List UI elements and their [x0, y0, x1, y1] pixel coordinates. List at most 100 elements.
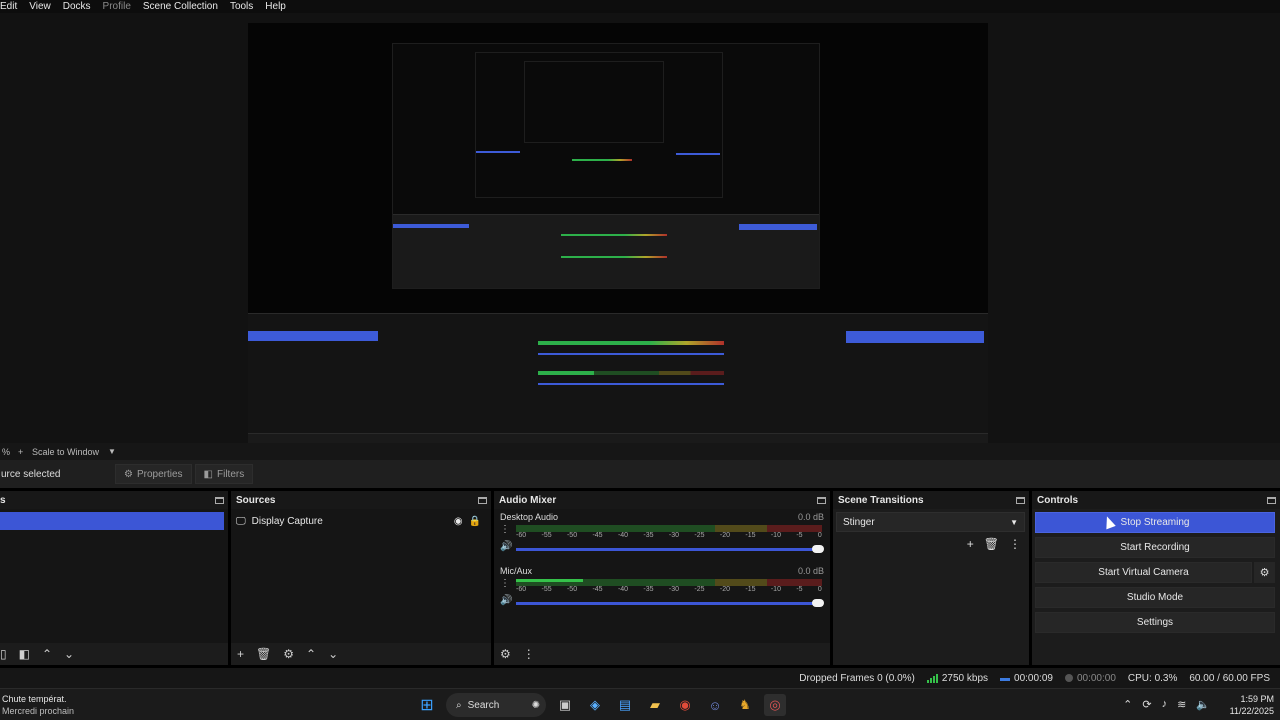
- meter-tick-label: 0: [817, 586, 822, 593]
- signal-bars-icon: [926, 673, 938, 683]
- transitions-body: Stinger ▼ + 🗑 ⋮: [833, 509, 1029, 665]
- properties-button[interactable]: ⚙ Properties: [115, 464, 192, 484]
- add-source-icon[interactable]: +: [237, 647, 244, 661]
- mixer-channel-desktop: Desktop Audio 0.0 dB ⋮ -60 -55 -50 -45 -40 -3…: [500, 512, 826, 562]
- scene-layout-icon[interactable]: ◧: [19, 647, 30, 661]
- meter-tick-label: -20: [719, 586, 730, 593]
- stop-streaming-button[interactable]: Stop Streaming: [1035, 512, 1275, 533]
- obs-icon[interactable]: ◎: [764, 694, 786, 716]
- meter-tick-label: -60: [516, 532, 527, 539]
- game-app-icon[interactable]: ♞: [734, 694, 756, 716]
- taskbar-clock[interactable]: 1:59 PM 11/22/2025: [1230, 693, 1274, 717]
- copilot-icon[interactable]: ◈: [584, 694, 606, 716]
- kebab-icon[interactable]: ⋮: [523, 647, 535, 661]
- search-highlight-icon: ✺: [531, 699, 540, 711]
- discord-icon[interactable]: ☺: [704, 694, 726, 716]
- sources-list[interactable]: 🖵 Display Capture ◉ 🔒: [231, 509, 491, 643]
- move-up-icon[interactable]: ⌃: [306, 647, 316, 661]
- channel-db: 0.0 dB: [797, 566, 824, 576]
- nested-meter: [572, 159, 632, 161]
- fps: 60.00 / 60.00 FPS: [1189, 672, 1270, 684]
- menu-scene-collection[interactable]: Scene Collection: [137, 1, 224, 12]
- kebab-icon[interactable]: ⋮: [500, 524, 510, 535]
- speaker-icon[interactable]: 🔊: [500, 595, 512, 606]
- start-virtual-camera-button[interactable]: Start Virtual Camera: [1035, 562, 1252, 583]
- undock-icon[interactable]: [215, 496, 224, 504]
- tray-overflow-icon[interactable]: ⌃: [1123, 698, 1132, 711]
- record-time: 00:00:00: [1076, 672, 1116, 684]
- controls-title: Controls: [1037, 494, 1079, 506]
- add-icon[interactable]: +: [18, 447, 32, 457]
- volume-slider-handle[interactable]: [812, 545, 824, 553]
- kebab-icon[interactable]: ⋮: [500, 578, 510, 589]
- weather-line1: Chute températ.: [2, 694, 67, 704]
- gear-icon[interactable]: ⚙: [283, 647, 294, 661]
- lock-icon[interactable]: 🔒: [469, 516, 481, 527]
- undock-icon[interactable]: [1267, 496, 1276, 504]
- start-recording-button[interactable]: Start Recording: [1035, 537, 1275, 558]
- trash-icon[interactable]: 🗑: [256, 647, 271, 661]
- undock-icon[interactable]: [1016, 496, 1025, 504]
- scenes-list[interactable]: [0, 509, 228, 643]
- undock-icon[interactable]: [478, 496, 487, 504]
- move-down-icon[interactable]: ⌄: [328, 647, 338, 661]
- eye-icon[interactable]: ◉: [454, 516, 463, 527]
- nested-stop-button: [739, 224, 817, 230]
- controls-dock: Controls Stop Streaming Start Recording …: [1032, 491, 1280, 665]
- taskbar-search[interactable]: ⌕ Search ✺: [446, 693, 546, 717]
- volume-icon[interactable]: 🔈: [1196, 698, 1210, 711]
- windows-start-icon[interactable]: ⊞: [416, 694, 438, 716]
- studio-mode-button[interactable]: Studio Mode: [1035, 587, 1275, 608]
- menu-tools[interactable]: Tools: [224, 1, 259, 12]
- menu-profile[interactable]: Profile: [97, 1, 137, 12]
- sources-dock-title: Sources: [236, 494, 276, 506]
- source-item[interactable]: 🖵 Display Capture ◉ 🔒: [236, 512, 481, 530]
- nested-capture-1: [392, 43, 820, 289]
- add-icon[interactable]: +: [967, 537, 974, 551]
- volume-slider-handle[interactable]: [812, 599, 824, 607]
- volume-slider[interactable]: [516, 545, 824, 553]
- file-explorer-icon[interactable]: ▰: [644, 694, 666, 716]
- chrome-icon[interactable]: ◉: [674, 694, 696, 716]
- scale-mode-label[interactable]: Scale to Window: [32, 447, 108, 457]
- trash-icon[interactable]: 🗑: [984, 537, 999, 551]
- source-status-text: urce selected: [1, 468, 61, 480]
- task-view-icon[interactable]: ▣: [554, 694, 576, 716]
- meter-tick-label: -50: [566, 586, 578, 593]
- controls-body: Stop Streaming Start Recording Start Vir…: [1032, 509, 1280, 665]
- move-down-icon[interactable]: ⌄: [64, 647, 74, 661]
- weather-widget[interactable]: Chute températ. Mercredi prochain: [2, 693, 74, 717]
- preview-area[interactable]: [0, 13, 1280, 449]
- filter-scene-icon[interactable]: ▯: [0, 647, 7, 661]
- menu-docks[interactable]: Docks: [57, 1, 97, 12]
- clock-date: 11/22/2025: [1229, 706, 1274, 716]
- filters-button[interactable]: ◧ Filters: [194, 464, 254, 484]
- chevron-down-icon[interactable]: ▼: [108, 447, 116, 456]
- transition-select[interactable]: Stinger ▼: [836, 512, 1025, 532]
- advanced-audio-icon[interactable]: ⚙: [500, 647, 511, 661]
- settings-button[interactable]: Settings: [1035, 612, 1275, 633]
- meter-tick-label: -50: [566, 532, 578, 539]
- meter-tick-label: -25: [694, 532, 705, 539]
- volume-slider[interactable]: [516, 599, 824, 607]
- status-bar: Dropped Frames 0 (0.0%) 2750 kbps ▬ 00:0…: [0, 668, 1280, 688]
- move-up-icon[interactable]: ⌃: [42, 647, 52, 661]
- scene-item-selected[interactable]: [0, 512, 224, 530]
- undock-icon[interactable]: [817, 496, 826, 504]
- store-icon[interactable]: ▤: [614, 694, 636, 716]
- zoom-percent-icon: %: [2, 446, 11, 457]
- microphone-icon[interactable]: ♪: [1162, 698, 1168, 711]
- preview-canvas[interactable]: [248, 23, 988, 449]
- speaker-icon[interactable]: 🔊: [500, 541, 512, 552]
- channel-name: Mic/Aux: [500, 566, 533, 576]
- controls-header: Controls: [1032, 491, 1280, 509]
- kebab-icon[interactable]: ⋮: [1009, 537, 1021, 551]
- wifi-icon[interactable]: ≋: [1177, 698, 1186, 711]
- bitrate: 2750 kbps: [941, 672, 989, 684]
- gear-icon[interactable]: ⚙: [1254, 562, 1275, 583]
- sources-toolbar: + 🗑 ⚙ ⌃ ⌄: [231, 643, 491, 665]
- menu-help[interactable]: Help: [259, 1, 292, 12]
- menu-edit[interactable]: Edit: [0, 1, 23, 12]
- sync-icon[interactable]: ⟳: [1142, 698, 1151, 711]
- menu-view[interactable]: View: [23, 1, 57, 12]
